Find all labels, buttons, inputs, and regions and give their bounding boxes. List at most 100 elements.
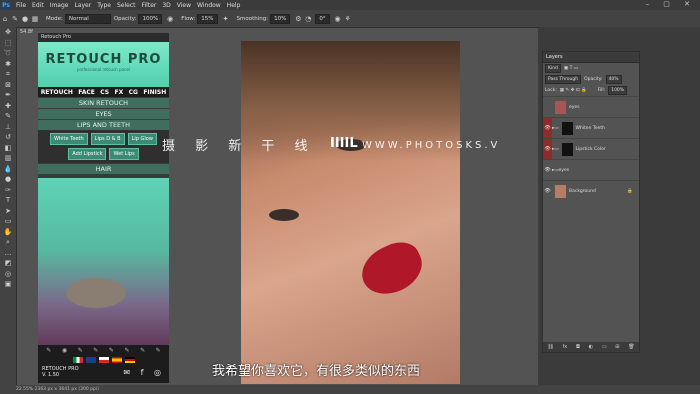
section-skin-retouch[interactable]: SKIN RETOUCH: [38, 98, 169, 108]
brush-tool-icon[interactable]: ✎: [0, 111, 16, 122]
hand-tool-icon[interactable]: ✋: [0, 227, 16, 238]
white-teeth-button[interactable]: White Teeth: [50, 133, 88, 145]
airbrush-icon[interactable]: ✦: [221, 15, 231, 23]
angle-field[interactable]: 0°: [315, 13, 330, 24]
flag-icon[interactable]: [111, 357, 122, 363]
window-controls[interactable]: – ▢ ✕: [646, 0, 696, 8]
marquee-tool-icon[interactable]: ⬚: [0, 38, 16, 49]
kind-filter-select[interactable]: Kind: [545, 64, 561, 73]
link-icon[interactable]: ⛓: [547, 344, 553, 350]
tab-cs[interactable]: CS: [100, 89, 109, 96]
menu-filter[interactable]: Filter: [142, 2, 157, 9]
history-brush-tool-icon[interactable]: ↺: [0, 132, 16, 143]
stamp-tool-icon[interactable]: ⊥: [0, 122, 16, 133]
symmetry-icon[interactable]: ⚘: [343, 15, 353, 23]
pressure-size-icon[interactable]: ◉: [333, 15, 343, 23]
brush-icon[interactable]: ✎: [93, 347, 98, 354]
smoothing-field[interactable]: 10%: [270, 13, 291, 24]
brush-settings-icon[interactable]: ▦: [30, 15, 40, 23]
dodge-tool-icon[interactable]: ●: [0, 174, 16, 185]
menu-type[interactable]: Type: [97, 2, 111, 9]
mode-select[interactable]: Normal: [64, 13, 111, 24]
flag-icon[interactable]: [72, 357, 83, 363]
menu-edit[interactable]: Edit: [32, 2, 44, 9]
zoom-tool-icon[interactable]: ⌕: [0, 237, 16, 248]
fx-icon[interactable]: fx: [562, 344, 567, 350]
tab-retouch[interactable]: RETOUCH: [41, 89, 73, 96]
gear-icon[interactable]: ⚙: [293, 15, 303, 23]
layer-fill-field[interactable]: 100%: [608, 86, 628, 95]
flow-field[interactable]: 15%: [197, 13, 218, 24]
layer-row[interactable]: eyes: [543, 96, 639, 117]
shape-tool-icon[interactable]: ▭: [0, 216, 16, 227]
tab-finish[interactable]: FINISH: [143, 89, 166, 96]
document-canvas[interactable]: [241, 41, 460, 384]
brush-icon[interactable]: ✎: [140, 347, 145, 354]
lips-dodge-burn-button[interactable]: Lips D & B: [90, 133, 125, 145]
section-eyes[interactable]: EYES: [38, 109, 169, 119]
lasso-tool-icon[interactable]: ➰: [0, 48, 16, 59]
adjustment-icon[interactable]: ◐: [589, 344, 593, 350]
brush-icon[interactable]: ✎: [124, 347, 129, 354]
brush-icon[interactable]: ✎: [78, 347, 83, 354]
tab-cg[interactable]: CG: [129, 89, 138, 96]
new-group-icon[interactable]: ▭: [602, 344, 607, 350]
layer-row[interactable]: 👁 ▸▭ eyes: [543, 159, 639, 180]
wet-lips-button[interactable]: Wet Lips: [109, 148, 139, 160]
move-tool-icon[interactable]: ✥: [0, 27, 16, 38]
angle-icon[interactable]: ◔: [303, 15, 313, 23]
flag-icon[interactable]: [124, 357, 135, 363]
pen-tool-icon[interactable]: ✑: [0, 185, 16, 196]
lip-glow-button[interactable]: Lip Glow: [127, 133, 157, 145]
instagram-icon[interactable]: ◎: [154, 368, 165, 377]
pressure-opacity-icon[interactable]: ◉: [165, 15, 175, 23]
layer-row[interactable]: 👁 ▸▭ Lipstick Color: [543, 138, 639, 159]
layer-row[interactable]: 👁 ▸▭ Whiten Teeth: [543, 117, 639, 138]
quick-select-tool-icon[interactable]: ✱: [0, 59, 16, 70]
trash-icon[interactable]: 🗑: [628, 344, 634, 350]
add-mask-icon[interactable]: ◘: [576, 344, 580, 350]
opacity-field[interactable]: 100%: [138, 13, 163, 24]
visibility-eye-icon[interactable]: 👁: [543, 160, 552, 180]
lock-icon[interactable]: ▦ ✎ ✥ ⊡ 🔒: [560, 88, 587, 93]
menu-select[interactable]: Select: [117, 2, 136, 9]
brush-icon[interactable]: ✎: [46, 347, 51, 354]
brush-icon[interactable]: ✎: [156, 347, 161, 354]
add-lipstick-button[interactable]: Add Lipstick: [68, 148, 107, 160]
flag-icon[interactable]: [98, 357, 109, 363]
type-tool-icon[interactable]: T: [0, 195, 16, 206]
tab-face[interactable]: FACE: [78, 89, 95, 96]
menu-3d[interactable]: 3D: [162, 2, 170, 9]
menu-file[interactable]: File: [16, 2, 26, 9]
brush-preset-icon[interactable]: ●: [20, 15, 30, 23]
frame-tool-icon[interactable]: ⊠: [0, 80, 16, 91]
layers-panel-title[interactable]: Layers: [543, 52, 639, 63]
section-lips-teeth[interactable]: LIPS AND TEETH: [38, 120, 169, 130]
menu-help[interactable]: Help: [227, 2, 241, 9]
color-swatches-icon[interactable]: ◩: [0, 258, 16, 269]
crop-tool-icon[interactable]: ⌗: [0, 69, 16, 80]
layer-opacity-field[interactable]: 40%: [605, 75, 622, 84]
filter-icon[interactable]: ▣ T ▭: [564, 66, 578, 71]
brush-icon[interactable]: ✎: [109, 347, 114, 354]
flag-icon[interactable]: [85, 357, 96, 363]
menu-view[interactable]: View: [177, 2, 191, 9]
blend-mode-select[interactable]: Pass Through: [545, 75, 582, 84]
menu-window[interactable]: Window: [197, 2, 221, 9]
quick-mask-icon[interactable]: ◎: [0, 269, 16, 280]
menu-layer[interactable]: Layer: [74, 2, 91, 9]
path-select-tool-icon[interactable]: ➤: [0, 206, 16, 217]
layer-row[interactable]: 👁 Background 🔒: [543, 180, 639, 201]
tab-fx[interactable]: FX: [114, 89, 123, 96]
visibility-eye-icon[interactable]: 👁: [543, 139, 552, 159]
eyedropper-tool-icon[interactable]: ✒: [0, 90, 16, 101]
more-tools-icon[interactable]: …: [0, 248, 16, 259]
visibility-eye-icon[interactable]: [543, 97, 552, 117]
section-hair[interactable]: HAIR: [38, 164, 169, 174]
mail-icon[interactable]: ✉: [123, 368, 134, 377]
visibility-eye-icon[interactable]: 👁: [543, 118, 552, 138]
blur-tool-icon[interactable]: 💧: [0, 164, 16, 175]
facebook-icon[interactable]: f: [141, 368, 148, 377]
visibility-eye-icon[interactable]: 👁: [543, 181, 552, 201]
healing-tool-icon[interactable]: ✚: [0, 101, 16, 112]
